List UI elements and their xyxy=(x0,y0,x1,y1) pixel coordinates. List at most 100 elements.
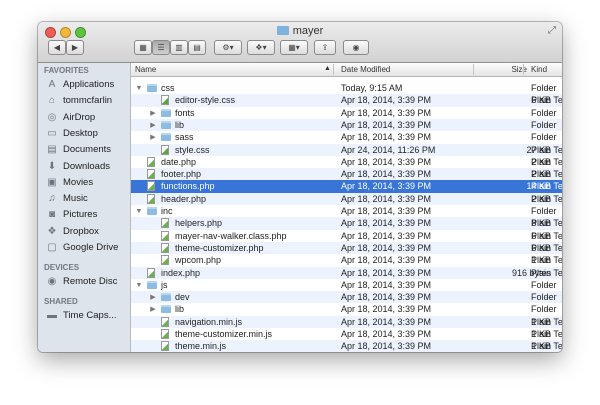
cell-name: footer.php xyxy=(161,169,202,180)
sort-ascending-icon: ▲ xyxy=(324,65,331,72)
kind-column-header[interactable]: Kind xyxy=(531,65,547,74)
folder-icon xyxy=(161,108,171,117)
table-row[interactable]: theme-customizer.php Apr 18, 2014, 3:39 P… xyxy=(131,241,562,255)
table-row[interactable]: ▶ dev Apr 18, 2014, 3:39 PM -- Folder xyxy=(131,291,562,304)
tag-button[interactable]: ◉ xyxy=(343,40,369,55)
cell-name: fonts xyxy=(175,107,195,118)
table-row[interactable]: ▼ js Apr 18, 2014, 3:39 PM -- Folder xyxy=(131,279,562,291)
table-row[interactable]: navigation.min.js Apr 18, 2014, 3:39 PM 1 … xyxy=(131,315,562,328)
table-row[interactable]: mayer-nav-walker.class.php Apr 18, 2014, … xyxy=(131,230,562,242)
favorites-header: FAVORITES xyxy=(44,66,89,75)
share-button[interactable]: ⇪ xyxy=(314,40,336,55)
table-row[interactable]: ▶ lib Apr 18, 2014, 3:39 PM -- Folder xyxy=(131,118,562,132)
title-bar: mayer ⤢ ◀ ▶ ▦ ☰ ▥ ▤ ⚙▾ ❖ ▾ ▦▾ ⇪ ◉ xyxy=(38,22,562,63)
sidebar-item-airdrop[interactable]: ◎ AirDrop xyxy=(46,110,96,125)
table-row[interactable]: ▼ inc Apr 18, 2014, 3:39 PM -- Folder xyxy=(131,205,562,217)
sidebar-item-dropbox[interactable]: ❖ Dropbox xyxy=(46,224,99,239)
folder-icon xyxy=(147,280,157,289)
file-icon xyxy=(161,341,169,352)
file-icon xyxy=(147,181,155,192)
file-icon xyxy=(161,218,169,229)
sidebar-item-time-caps[interactable]: ▬ Time Caps... xyxy=(46,308,117,323)
date-column-header[interactable]: Date Modified xyxy=(341,65,390,74)
sidebar-item-google-drive[interactable]: ▢ Google Drive xyxy=(46,240,118,255)
table-row[interactable]: theme.min.js Apr 18, 2014, 3:39 PM 1 KB Pla… xyxy=(131,340,562,352)
arrange-button[interactable]: ▦▾ xyxy=(280,40,308,55)
sidebar-item-label: Pictures xyxy=(63,209,98,221)
file-icon xyxy=(161,230,169,241)
size-column-header[interactable]: Size xyxy=(511,65,527,74)
sidebar-item-remote-disc[interactable]: ◉ Remote Disc xyxy=(46,274,118,289)
sidebar-item-pictures[interactable]: ◙ Pictures xyxy=(46,207,97,222)
dropbox-button[interactable]: ❖ ▾ xyxy=(247,40,275,55)
sidebar-item-documents[interactable]: ▤ Documents xyxy=(46,142,111,157)
disclosure-open-icon[interactable]: ▼ xyxy=(135,206,143,217)
disclosure-open-icon[interactable]: ▼ xyxy=(135,83,143,94)
sidebar-item-applications[interactable]: A Applications xyxy=(46,77,115,92)
disclosure-closed-icon[interactable]: ▶ xyxy=(149,304,157,315)
table-row[interactable]: ▶ fonts Apr 18, 2014, 3:39 PM -- Folder xyxy=(131,107,562,119)
cell-kind: Plain Te xyxy=(531,181,562,192)
table-row[interactable]: editor-style.css Apr 18, 2014, 3:39 PM 6 K… xyxy=(131,94,562,107)
table-row[interactable]: style.css Apr 24, 2014, 11:26 PM 27 KB Plai… xyxy=(131,143,562,156)
file-icon xyxy=(147,193,155,204)
music-icon: ♫ xyxy=(48,193,56,205)
cell-name: dev xyxy=(175,292,190,303)
disclosure-closed-icon[interactable]: ▶ xyxy=(149,132,157,143)
icon-view-button[interactable]: ▦ xyxy=(134,40,152,55)
cell-name: lib xyxy=(175,304,185,315)
table-row[interactable]: ▼ css Today, 9:15 AM -- Folder xyxy=(131,82,562,94)
sidebar-item-label: Documents xyxy=(63,144,112,156)
column-separator[interactable] xyxy=(333,64,334,75)
table-row[interactable]: theme-customizer.min.js Apr 18, 2014, 3:3… xyxy=(131,328,562,340)
cell-name: css xyxy=(161,83,175,93)
folder-icon xyxy=(147,84,157,92)
file-icon xyxy=(147,156,155,167)
cell-name: navigation.min.js xyxy=(175,316,243,327)
sidebar-item-music[interactable]: ♫ Music xyxy=(46,191,88,206)
cell-kind: Plain Te xyxy=(531,255,562,266)
table-row[interactable]: ▶ lib Apr 18, 2014, 3:39 PM -- Folder xyxy=(131,303,562,315)
table-row[interactable]: ▶ sass Apr 18, 2014, 3:39 PM -- Folder xyxy=(131,131,562,143)
disclosure-closed-icon[interactable]: ▶ xyxy=(149,120,157,131)
time-capsule-icon: ▬ xyxy=(47,310,57,321)
sidebar-item-downloads[interactable]: ⬇ Downloads xyxy=(46,159,110,174)
sidebar-item-desktop[interactable]: ▭ Desktop xyxy=(46,126,98,141)
column-view-button[interactable]: ▥ xyxy=(170,40,188,55)
sidebar-item-label: Applications xyxy=(63,79,115,90)
table-row[interactable]: index.php Apr 18, 2014, 3:39 PM 916 bytes P… xyxy=(131,266,562,279)
sidebar-item-movies[interactable]: ▣ Movies xyxy=(46,175,93,190)
list-view-button[interactable]: ☰ xyxy=(152,40,170,55)
cell-kind: Plain Te xyxy=(531,329,562,339)
table-row[interactable]: wpcom.php Apr 18, 2014, 3:39 PM 1 KB Plain … xyxy=(131,254,562,266)
cell-kind: Folder xyxy=(531,83,557,93)
column-separator[interactable] xyxy=(473,64,474,75)
fullscreen-icon[interactable]: ⤢ xyxy=(548,25,556,36)
action-button[interactable]: ⚙▾ xyxy=(214,40,242,55)
name-column-header[interactable]: Name xyxy=(135,65,156,74)
cell-name: lib xyxy=(175,119,185,130)
back-button[interactable]: ◀ xyxy=(48,40,66,55)
cell-name: mayer-nav-walker.class.php xyxy=(175,230,287,241)
cell-kind: Folder xyxy=(531,304,557,315)
cell-kind: Plain Te xyxy=(531,267,562,278)
coverflow-view-button[interactable]: ▤ xyxy=(188,40,206,55)
cell-name: functions.php xyxy=(161,181,215,192)
pictures-icon: ◙ xyxy=(48,209,56,221)
table-row[interactable]: helpers.php Apr 18, 2014, 3:39 PM 8 KB Plai… xyxy=(131,217,562,230)
dropbox-menu-caret: ▾ xyxy=(262,43,267,52)
table-row[interactable]: header.php Apr 18, 2014, 3:39 PM 2 KB Plain… xyxy=(131,192,562,205)
table-row[interactable]: date.php Apr 18, 2014, 3:39 PM 2 KB Plain T… xyxy=(131,156,562,168)
sidebar-item-tommcfarlin[interactable]: ⌂ tommcfarlin xyxy=(46,93,112,108)
cell-name: index.php xyxy=(161,267,201,278)
cell-kind: Folder xyxy=(531,292,557,303)
disclosure-closed-icon[interactable]: ▶ xyxy=(149,108,157,119)
google-drive-icon: ▢ xyxy=(47,242,57,253)
disclosure-open-icon[interactable]: ▼ xyxy=(135,280,143,291)
forward-button[interactable]: ▶ xyxy=(66,40,84,55)
table-row[interactable]: functions.php Apr 18, 2014, 3:39 PM 14 KB P… xyxy=(131,180,562,193)
folder-icon xyxy=(276,26,289,35)
table-row[interactable]: footer.php Apr 18, 2014, 3:39 PM 2 KB Plain… xyxy=(131,168,562,181)
column-separator[interactable] xyxy=(523,64,524,75)
disclosure-closed-icon[interactable]: ▶ xyxy=(149,292,157,303)
